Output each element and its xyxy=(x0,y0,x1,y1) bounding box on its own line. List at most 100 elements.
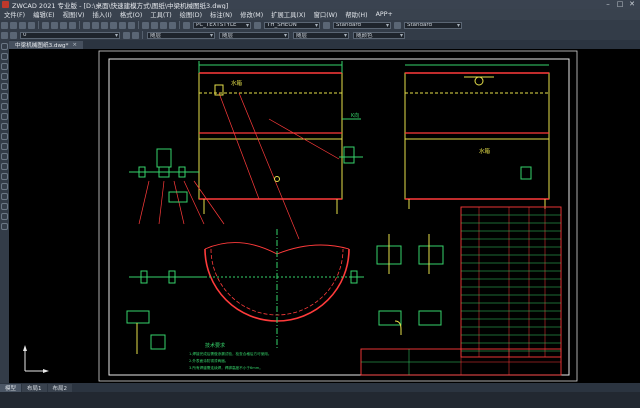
window-controls: – □ ✕ xyxy=(602,0,638,8)
gradient-tool-icon[interactable] xyxy=(1,193,8,200)
minimize-icon[interactable]: – xyxy=(602,0,614,8)
maximize-icon[interactable]: □ xyxy=(614,0,626,8)
multileader-style-icon xyxy=(394,21,401,29)
document-tab[interactable]: 中梁机械图纸3.dwg* × xyxy=(9,41,84,49)
menu-draw[interactable]: 绘图(D) xyxy=(176,10,206,19)
document-tab-label: 中梁机械图纸3.dwg* xyxy=(15,43,69,49)
redo-icon[interactable] xyxy=(92,21,99,29)
tank-top-section xyxy=(129,229,364,349)
layout2-tab[interactable]: 布局2 xyxy=(47,383,73,392)
menu-help[interactable]: 帮助(H) xyxy=(341,10,371,19)
menu-modify[interactable]: 修改(M) xyxy=(236,10,267,19)
plot-style-select[interactable]: 随颜色 xyxy=(353,31,405,39)
menu-bar: 文件(F) 编辑(E) 视图(V) 插入(I) 格式(O) 工具(T) 绘图(D… xyxy=(0,9,640,20)
menu-tools[interactable]: 工具(T) xyxy=(146,10,175,19)
pump-assembly xyxy=(129,148,225,225)
print-icon[interactable] xyxy=(28,21,35,29)
toolbar-divider xyxy=(179,21,180,29)
table-style-select[interactable]: Standard xyxy=(333,21,391,29)
tool-palettes-icon[interactable] xyxy=(160,21,167,29)
command-line[interactable] xyxy=(0,392,640,408)
menu-window[interactable]: 窗口(W) xyxy=(310,10,342,19)
close-tab-icon[interactable]: × xyxy=(72,42,77,48)
linetype-select[interactable]: 随层 xyxy=(219,31,289,39)
make-block-icon[interactable] xyxy=(1,163,8,170)
toolbar-divider xyxy=(79,21,80,29)
menu-edit[interactable]: 编辑(E) xyxy=(29,10,59,19)
tech-requirement-2: 2.外表面涂防锈漆两遍。 xyxy=(189,358,228,363)
menu-express-tools[interactable]: 扩展工具(X) xyxy=(267,10,309,19)
zoom-previous-icon[interactable] xyxy=(128,21,135,29)
water-box-label-front: 水箱 xyxy=(231,79,243,87)
polygon-tool-icon[interactable] xyxy=(1,73,8,80)
menu-dimension[interactable]: 标注(N) xyxy=(206,10,236,19)
sheet-border xyxy=(98,50,578,382)
menu-file[interactable]: 文件(F) xyxy=(0,10,29,19)
properties-icon[interactable] xyxy=(142,21,149,29)
arc-tool-icon[interactable] xyxy=(1,93,8,100)
tank-front-view: K向 水箱 xyxy=(198,61,363,240)
toolbar-divider xyxy=(38,21,39,29)
lineweight-select[interactable]: 随层 xyxy=(293,31,349,39)
mtext-tool-icon[interactable] xyxy=(1,223,8,230)
polyline-tool-icon[interactable] xyxy=(1,63,8,70)
close-icon[interactable]: ✕ xyxy=(626,0,638,8)
table-tool-icon[interactable] xyxy=(1,213,8,220)
layout1-tab[interactable]: 布局1 xyxy=(22,383,47,392)
dim-style-icon xyxy=(254,21,261,29)
ellipse-tool-icon[interactable] xyxy=(1,133,8,140)
hatch-tool-icon[interactable] xyxy=(1,183,8,190)
undo-icon[interactable] xyxy=(83,21,90,29)
match-properties-icon[interactable] xyxy=(69,21,76,29)
layer-previous-icon[interactable] xyxy=(132,31,139,39)
drawing-canvas[interactable]: K向 水箱 水箱 技术要求 1.焊接完成后需做渗漏试验，检查合格后方可使用。 2… xyxy=(9,49,640,383)
dim-style-select[interactable]: TH_SHEON xyxy=(264,21,320,29)
detail-views xyxy=(126,234,444,354)
k-direction-label: K向 xyxy=(351,112,359,119)
text-style-select[interactable]: PC_TEXTSTYLE xyxy=(193,21,251,29)
pan-icon[interactable] xyxy=(101,21,108,29)
calculator-icon[interactable] xyxy=(169,21,176,29)
title-bar: ZWCAD 2021 专业版 - [D:\桌面\快速建模方式\图纸\中梁机械图纸… xyxy=(0,0,640,10)
paste-icon[interactable] xyxy=(60,21,67,29)
color-select[interactable]: 随层 xyxy=(147,31,215,39)
model-tab[interactable]: 模型 xyxy=(0,383,22,392)
tech-requirement-1: 1.焊接完成后需做渗漏试验，检查合格后方可使用。 xyxy=(189,351,272,356)
make-current-layer-icon[interactable] xyxy=(123,31,130,39)
construction-line-icon[interactable] xyxy=(1,53,8,60)
region-tool-icon[interactable] xyxy=(1,203,8,210)
left-draw-toolbar xyxy=(0,40,9,383)
layer-select[interactable]: 0 xyxy=(20,31,120,39)
line-tool-icon[interactable] xyxy=(1,43,8,50)
tech-requirements-title: 技术要求 xyxy=(205,342,225,349)
menu-view[interactable]: 视图(V) xyxy=(59,10,89,19)
spline-tool-icon[interactable] xyxy=(1,123,8,130)
layer-state-icon[interactable] xyxy=(10,31,17,39)
open-icon[interactable] xyxy=(10,21,17,29)
new-icon[interactable] xyxy=(1,21,8,29)
tech-requirement-3: 3.所有焊缝需连续焊，焊脚高度不小于6mm。 xyxy=(189,365,263,370)
insert-block-icon[interactable] xyxy=(1,153,8,160)
table-style-icon xyxy=(323,21,330,29)
circle-tool-icon[interactable] xyxy=(1,103,8,110)
toolbar-divider xyxy=(138,21,139,29)
standard-toolbar: PC_TEXTSTYLE TH_SHEON Standard Standard xyxy=(0,20,640,30)
menu-insert[interactable]: 插入(I) xyxy=(88,10,115,19)
copy-icon[interactable] xyxy=(51,21,58,29)
cut-icon[interactable] xyxy=(42,21,49,29)
ucs-icon xyxy=(23,345,49,373)
save-icon[interactable] xyxy=(19,21,26,29)
revision-cloud-icon[interactable] xyxy=(1,113,8,120)
design-center-icon[interactable] xyxy=(151,21,158,29)
multileader-style-select[interactable]: Standard xyxy=(404,21,462,29)
menu-app-plus[interactable]: APP+ xyxy=(372,11,397,18)
title-block xyxy=(360,348,562,376)
ellipse-arc-icon[interactable] xyxy=(1,143,8,150)
menu-format[interactable]: 格式(O) xyxy=(116,10,146,19)
zwcad-logo-icon xyxy=(2,1,9,8)
rectangle-tool-icon[interactable] xyxy=(1,83,8,90)
zoom-realtime-icon[interactable] xyxy=(110,21,117,29)
zoom-window-icon[interactable] xyxy=(119,21,126,29)
point-tool-icon[interactable] xyxy=(1,173,8,180)
layer-manager-icon[interactable] xyxy=(1,31,8,39)
